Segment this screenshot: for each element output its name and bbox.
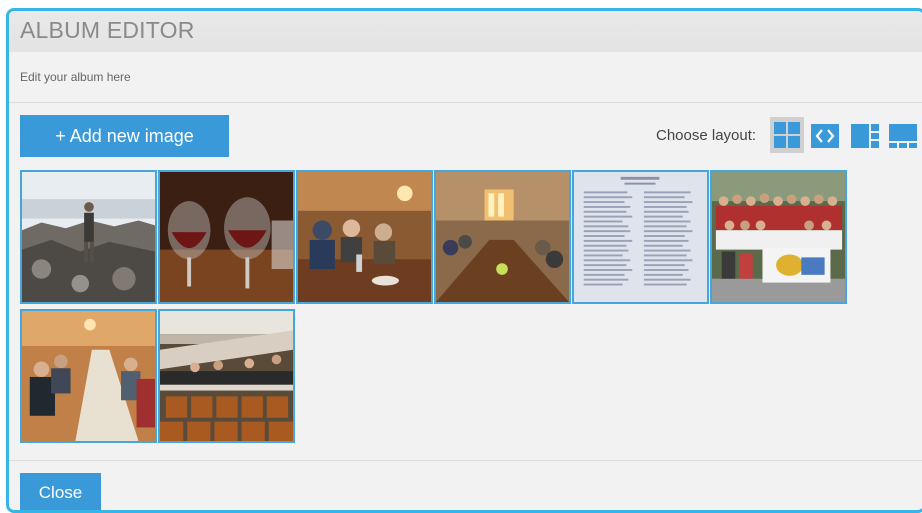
split-layout-icon (851, 124, 879, 148)
grid-layout-button[interactable] (770, 117, 804, 153)
album-image-thumbnail[interactable] (20, 309, 157, 443)
rocky-shore-photo (22, 172, 155, 302)
album-image-thumbnail[interactable] (572, 170, 709, 304)
split-layout-button[interactable] (850, 121, 880, 151)
mosaic-layout-icon (889, 124, 917, 148)
album-image-thumbnail[interactable] (296, 170, 433, 304)
program-document-photo (574, 172, 707, 302)
album-image-thumbnail[interactable] (710, 170, 847, 304)
divider (9, 102, 922, 103)
grid-layout-icon (774, 122, 800, 148)
dinner-gathering-photo (298, 172, 431, 302)
album-image-thumbnail[interactable] (434, 170, 571, 304)
group-photo (712, 172, 845, 302)
title-bar: ALBUM EDITOR (9, 11, 922, 52)
album-image-thumbnail[interactable] (158, 170, 295, 304)
carousel-layout-button[interactable] (810, 121, 840, 151)
lecture-hall-photo (160, 311, 293, 441)
conference-room-photo (22, 311, 155, 441)
carousel-layout-icon (811, 124, 839, 148)
banquet-table-photo (436, 172, 569, 302)
album-image-thumbnail[interactable] (20, 170, 157, 304)
album-image-thumbnail[interactable] (158, 309, 295, 443)
dialog-title: ALBUM EDITOR (20, 17, 195, 43)
add-new-image-button[interactable]: + Add new image (20, 115, 229, 157)
wine-glasses-photo (160, 172, 293, 302)
choose-layout-label: Choose layout: (656, 127, 757, 144)
divider (9, 460, 922, 461)
album-editor-dialog: ALBUM EDITOR Edit your album here + Add … (6, 8, 922, 513)
dialog-subtitle: Edit your album here (20, 70, 131, 84)
mosaic-layout-button[interactable] (888, 121, 918, 151)
close-button[interactable]: Close (20, 473, 101, 510)
